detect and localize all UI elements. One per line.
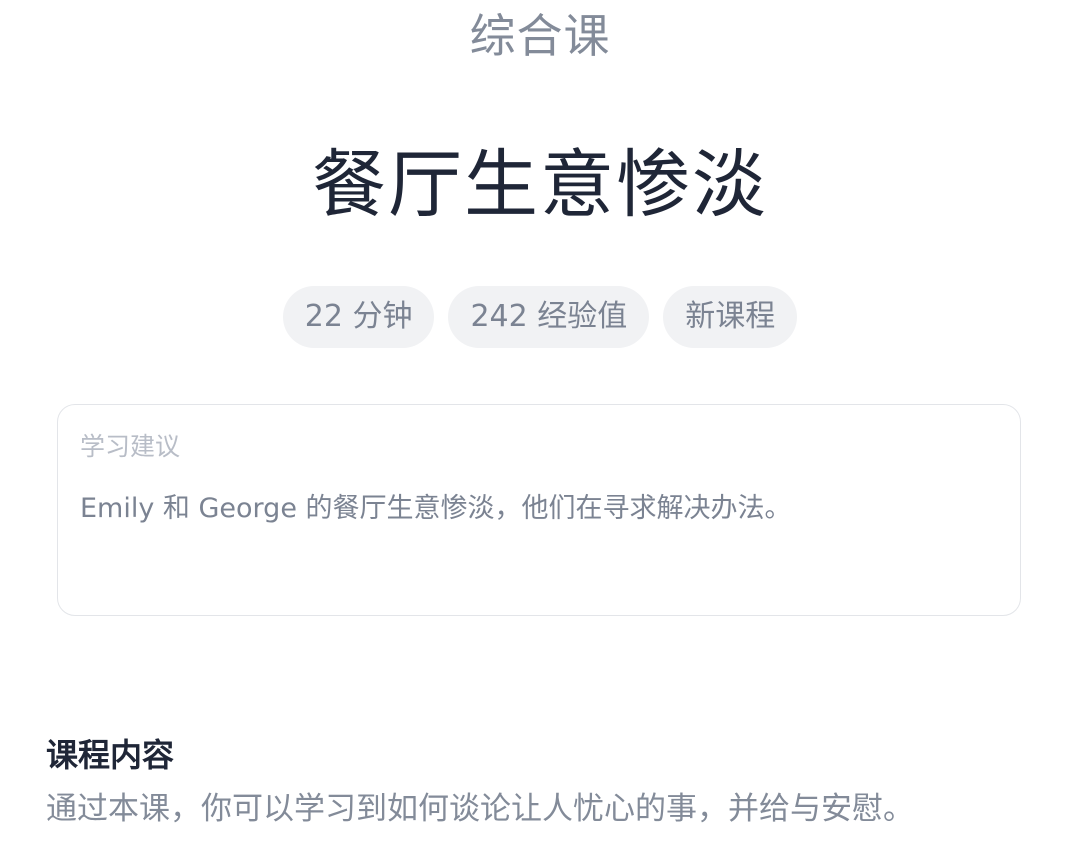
duration-badge: 22 分钟 — [282, 286, 435, 348]
xp-badge: 242 经验值 — [448, 286, 650, 348]
lesson-badges: 22 分钟 242 经验值 新课程 — [0, 286, 1080, 348]
study-suggestion-text: Emily 和 George 的餐厅生意惨淡，他们在寻求解决办法。 — [80, 493, 792, 524]
study-suggestion-label: 学习建议 — [80, 432, 181, 461]
course-content-description: 通过本课，你可以学习到如何谈论让人忧心的事，并给与安慰。 — [46, 791, 914, 827]
study-suggestion-card: 学习建议 Emily 和 George 的餐厅生意惨淡，他们在寻求解决办法。 — [57, 404, 1021, 616]
lesson-title: 餐厅生意惨淡 — [312, 142, 768, 228]
course-type-label: 综合课 — [469, 9, 611, 63]
course-content-heading: 课程内容 — [46, 736, 175, 774]
new-course-badge: 新课程 — [663, 286, 798, 348]
